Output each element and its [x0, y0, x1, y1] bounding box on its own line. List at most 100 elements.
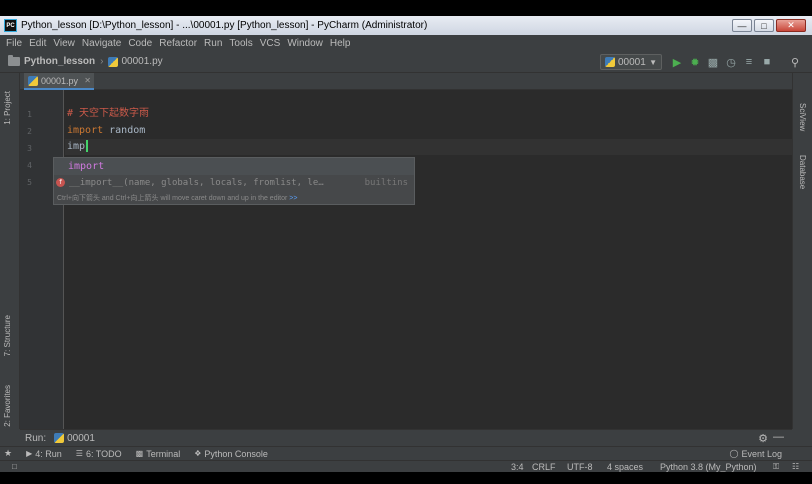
run-panel-tab[interactable]: 00001 [67, 433, 95, 444]
tool-favorites[interactable]: 2: Favorites [3, 385, 12, 427]
navigation-bar: Python_lesson › 00001.py 00001 ▼ ▶ ✹ ▩ ◷… [0, 51, 812, 73]
maximize-button[interactable]: □ [754, 19, 774, 32]
pycharm-logo-icon: PC [4, 19, 17, 32]
layout-toggle-icon[interactable]: □ [12, 461, 17, 472]
hint-text: Ctrl+向下箭头 and Ctrl+向上箭头 will move caret … [57, 195, 288, 202]
line-number: 3 [27, 144, 32, 153]
completion-popup: import f __import__(name, globals, locals… [53, 157, 415, 205]
tab-00001-py[interactable]: 00001.py ✕ [24, 73, 94, 90]
menu-run[interactable]: Run [204, 38, 222, 49]
module-name: random [103, 125, 146, 136]
menu-window[interactable]: Window [287, 38, 323, 49]
pycharm-window: PC Python_lesson [D:\Python_lesson] - ..… [0, 16, 812, 472]
completion-item-text: __import__(name, globals, locals, fromli… [69, 178, 324, 188]
list-icon: ☰ [75, 449, 83, 458]
interpreter-selector[interactable]: Python 3.8 (My_Python) [660, 461, 757, 472]
menu-bar: File Edit View Navigate Code Refactor Ru… [0, 35, 812, 51]
text-caret [86, 140, 89, 152]
python-file-icon [108, 56, 119, 67]
code-line-2: import random [67, 123, 145, 139]
code-line-1: # 天空下起数字雨 [67, 108, 150, 119]
tool-run[interactable]: ▶ 4: Run [26, 449, 62, 459]
run-panel-label: Run: [25, 432, 47, 444]
file-encoding[interactable]: UTF-8 [567, 461, 593, 472]
close-tab-icon[interactable]: ✕ [84, 76, 91, 85]
tool-python-console[interactable]: ❖ Python Console [194, 449, 268, 459]
tool-event-log[interactable]: ◯ Event Log [730, 449, 782, 459]
tool-project[interactable]: 1: Project [3, 91, 12, 125]
chevron-down-icon: ▼ [649, 57, 657, 67]
menu-file[interactable]: File [6, 38, 22, 49]
tool-todo[interactable]: ☰ 6: TODO [76, 449, 122, 459]
stop-icon[interactable]: ■ [760, 55, 774, 69]
menu-navigate[interactable]: Navigate [82, 38, 121, 49]
typed-text: imp [67, 141, 86, 152]
python-console-icon: ❖ [194, 449, 202, 458]
tool-todo-label: 6: TODO [85, 448, 122, 459]
profile-icon[interactable]: ◷ [724, 55, 738, 69]
tool-event-log-label: Event Log [741, 448, 782, 459]
run-icon[interactable]: ▶ [670, 55, 684, 69]
status-bar: □ 3:4 CRLF UTF-8 4 spaces Python 3.8 (My… [0, 460, 812, 472]
run-panel-header: Run: 00001 ⚙ — [20, 429, 792, 446]
completion-hint: Ctrl+向下箭头 and Ctrl+向上箭头 will move caret … [54, 192, 414, 205]
run-icon: ▶ [26, 449, 33, 458]
hint-link[interactable]: >> [289, 195, 297, 202]
line-number: 1 [27, 110, 32, 119]
caret-position[interactable]: 3:4 [511, 461, 524, 472]
coverage-icon[interactable]: ▩ [706, 55, 720, 69]
run-config-label: 00001 [618, 56, 646, 68]
menu-tools[interactable]: Tools [229, 38, 252, 49]
breadcrumb-file[interactable]: 00001.py [121, 56, 162, 67]
right-tool-strip: SciView Database [792, 73, 812, 429]
tool-run-label: 4: Run [35, 448, 62, 459]
menu-refactor[interactable]: Refactor [159, 38, 197, 49]
indent-setting[interactable]: 4 spaces [607, 461, 643, 472]
line-gutter: 1 2 3 4 5 [20, 90, 64, 429]
tab-label: 00001.py [41, 75, 79, 86]
menu-edit[interactable]: Edit [29, 38, 46, 49]
line-separator[interactable]: CRLF [532, 461, 556, 472]
tool-console-label: Python Console [204, 448, 268, 459]
menu-vcs[interactable]: VCS [260, 38, 281, 49]
line-number: 5 [27, 178, 32, 187]
menu-view[interactable]: View [53, 38, 75, 49]
completion-source: builtins [364, 178, 408, 188]
completion-item-import[interactable]: import [54, 158, 414, 175]
window-title: Python_lesson [D:\Python_lesson] - ...\0… [21, 20, 428, 31]
notifications-icon[interactable]: ☷ [792, 461, 799, 472]
minimize-button[interactable]: — [732, 19, 752, 32]
code-editor[interactable]: 1 2 3 4 5 # 天空下起数字雨 import random imp [20, 90, 792, 429]
close-button[interactable]: ✕ [776, 19, 806, 32]
completion-item-dunder-import[interactable]: f __import__(name, globals, locals, froml… [54, 175, 414, 192]
menu-help[interactable]: Help [330, 38, 351, 49]
settings-gear-icon[interactable]: ⚙ [758, 432, 768, 445]
function-icon: f [56, 178, 65, 187]
python-file-icon [28, 75, 38, 86]
favorites-star-icon: ★ [4, 448, 13, 458]
tool-terminal[interactable]: ▩ Terminal [136, 449, 181, 459]
search-icon[interactable]: ⚲ [788, 55, 802, 69]
keyword: import [67, 125, 104, 136]
terminal-icon: ▩ [135, 449, 144, 458]
title-bar: PC Python_lesson [D:\Python_lesson] - ..… [0, 16, 812, 35]
lock-icon[interactable]: ⚿ [773, 461, 779, 472]
breadcrumb-separator-icon: › [100, 56, 104, 67]
tool-terminal-label: Terminal [146, 448, 181, 459]
line-number: 4 [27, 161, 32, 170]
menu-code[interactable]: Code [128, 38, 152, 49]
debug-icon[interactable]: ✹ [688, 55, 702, 69]
bottom-tool-bar: ★ ▶ 4: Run ☰ 6: TODO ▩ Terminal ❖ Python Con… [0, 446, 812, 460]
left-tool-strip: 1: Project 7: Structure 2: Favorites [0, 73, 20, 429]
tool-sciview[interactable]: SciView [798, 103, 807, 131]
folder-icon [8, 55, 20, 66]
concurrency-icon[interactable]: ≡ [742, 55, 756, 69]
tool-database[interactable]: Database [798, 155, 807, 189]
hide-panel-icon[interactable]: — [773, 431, 784, 443]
editor-tab-bar: 00001.py ✕ [20, 73, 792, 90]
run-config-selector[interactable]: 00001 ▼ [600, 54, 662, 70]
python-config-icon [54, 433, 65, 443]
tool-structure[interactable]: 7: Structure [3, 315, 12, 356]
event-log-icon: ◯ [729, 449, 739, 458]
breadcrumb-project[interactable]: Python_lesson [24, 56, 95, 67]
